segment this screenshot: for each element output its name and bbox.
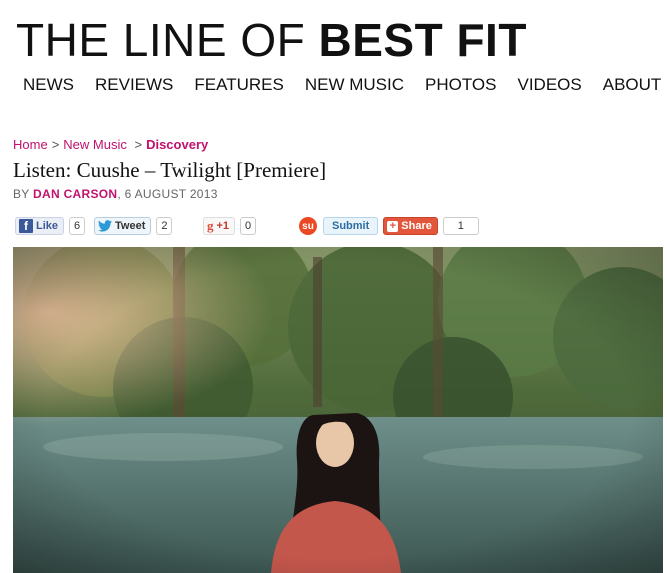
google-plus-button[interactable]: g +1 <box>203 217 236 235</box>
google-plus-label: +1 <box>216 220 230 232</box>
nav-item-about[interactable]: ABOUT <box>603 75 662 95</box>
share-count: 1 <box>442 217 479 235</box>
share-label: Share <box>401 220 432 232</box>
tweet-count: 2 <box>156 217 173 235</box>
facebook-like-count: 6 <box>69 217 86 235</box>
breadcrumb-separator: > <box>51 137 60 152</box>
nav-item-new-music[interactable]: NEW MUSIC <box>305 75 404 95</box>
nav-item-features[interactable]: FEATURES <box>194 75 283 95</box>
nav-item-photos[interactable]: PHOTOS <box>425 75 496 95</box>
article-date: , 6 AUGUST 2013 <box>117 187 218 201</box>
twitter-icon <box>98 220 112 232</box>
byline-prefix: BY <box>13 187 30 201</box>
nav-item-videos[interactable]: VIDEOS <box>517 75 581 95</box>
article-byline: BY DAN CARSON, 6 AUGUST 2013 <box>13 187 218 201</box>
logo-text-bold: BEST FIT <box>318 14 527 66</box>
facebook-like-widget: f Like 6 <box>15 216 86 236</box>
tweet-label: Tweet <box>115 220 146 232</box>
facebook-like-label: Like <box>36 220 59 232</box>
article-title: Listen: Cuushe – Twilight [Premiere] <box>13 158 327 182</box>
logo-text-thin: THE LINE OF <box>16 14 306 66</box>
stumble-share-widget: su Submit + Share 1 <box>299 216 479 236</box>
stumbleupon-submit-button[interactable]: Submit <box>323 217 379 235</box>
breadcrumb-discovery[interactable]: Discovery <box>146 137 208 152</box>
share-button[interactable]: + Share <box>383 217 438 235</box>
site-logo[interactable]: THE LINE OF BEST FIT <box>16 14 527 66</box>
google-plus-icon: g <box>207 218 214 233</box>
author-link[interactable]: DAN CARSON <box>33 187 117 201</box>
facebook-icon: f <box>19 219 33 233</box>
breadcrumb: Home > New Music > Discovery <box>13 137 208 152</box>
plus-icon: + <box>387 220 399 232</box>
nav-item-news[interactable]: NEWS <box>23 75 74 95</box>
tweet-button[interactable]: Tweet <box>94 217 152 235</box>
breadcrumb-separator: > <box>134 137 143 152</box>
facebook-like-button[interactable]: f Like <box>15 217 65 235</box>
main-nav: NEWS REVIEWS FEATURES NEW MUSIC PHOTOS V… <box>23 75 667 95</box>
hero-photo-illustration <box>13 247 663 573</box>
tweet-widget: Tweet 2 <box>94 216 173 236</box>
nav-item-reviews[interactable]: REVIEWS <box>95 75 173 95</box>
stumbleupon-icon[interactable]: su <box>299 217 317 235</box>
google-plus-count: 0 <box>240 217 257 235</box>
google-plus-widget: g +1 0 <box>203 216 257 236</box>
article-hero-photo <box>13 247 663 573</box>
breadcrumb-home[interactable]: Home <box>13 137 48 152</box>
breadcrumb-new-music[interactable]: New Music <box>63 137 127 152</box>
